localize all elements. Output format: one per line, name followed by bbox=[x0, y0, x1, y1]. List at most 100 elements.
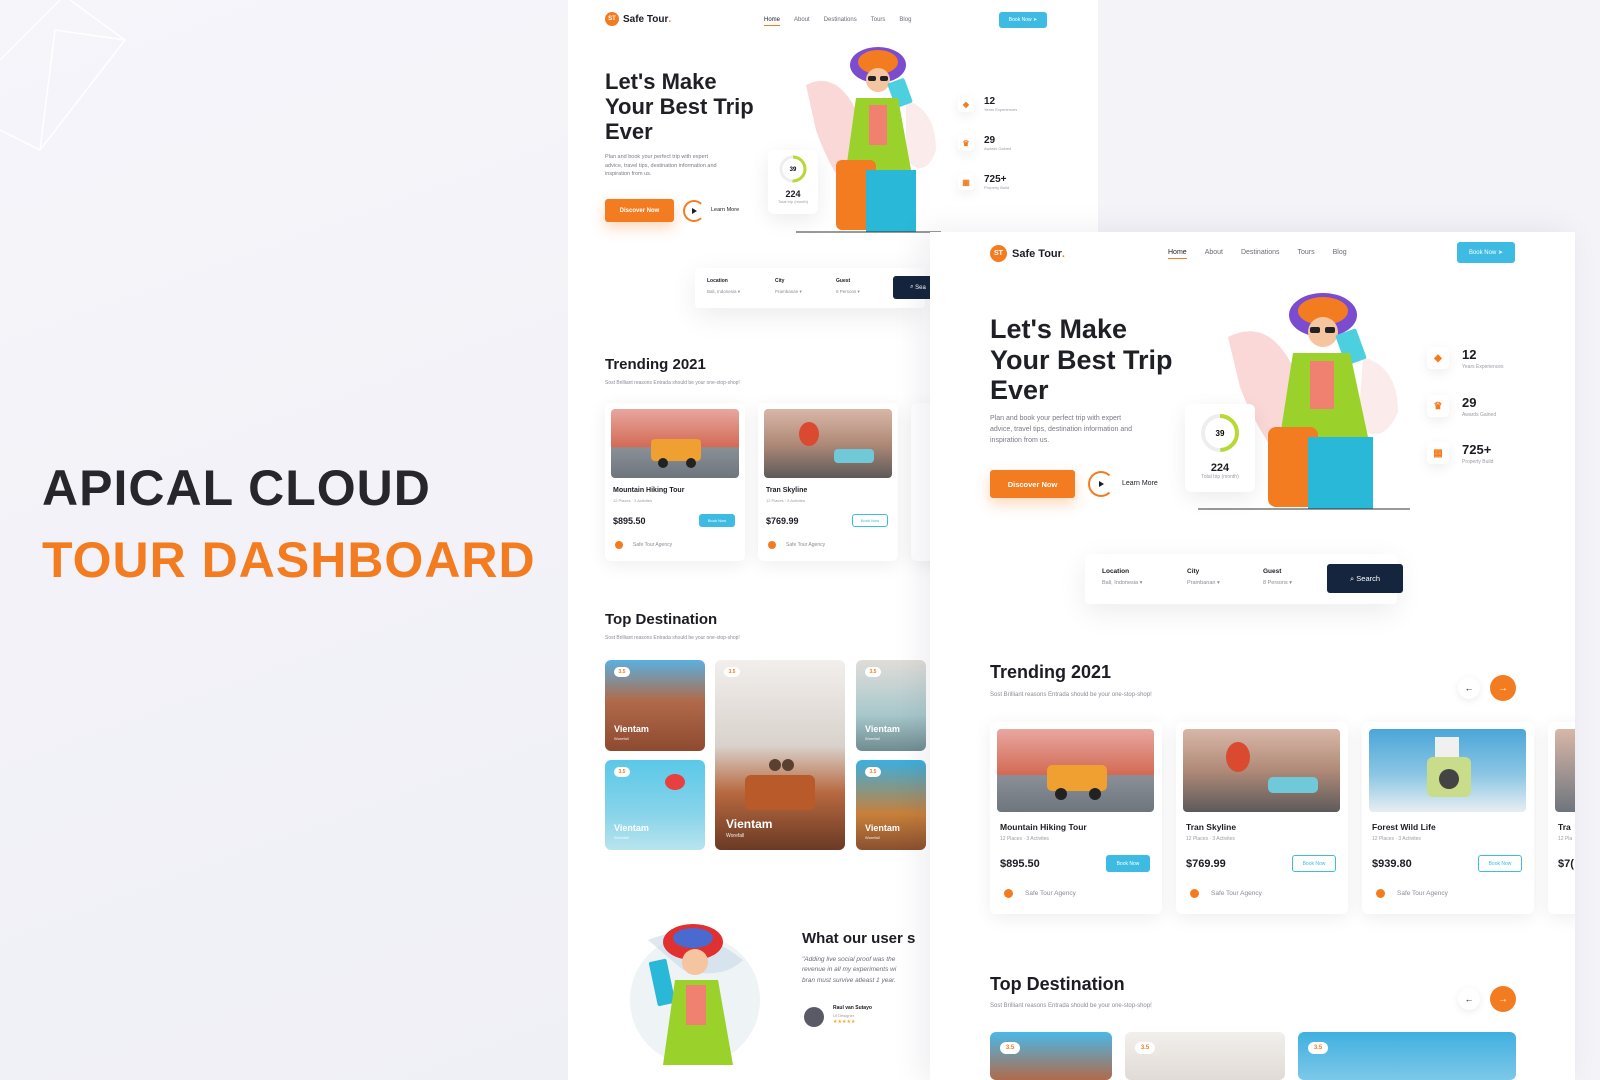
tour-card-image bbox=[1183, 729, 1340, 812]
stat-years: ◆ 12 Years Experiences bbox=[1427, 347, 1504, 370]
play-icon bbox=[1098, 481, 1104, 487]
nav-blog[interactable]: Blog bbox=[899, 17, 911, 23]
stat-property: ▦ 725+ Property Build bbox=[958, 174, 1009, 190]
nav-home[interactable]: Home bbox=[764, 17, 781, 26]
destination-name: Vientam bbox=[865, 823, 900, 833]
tour-title: Mountain Hiking Tour bbox=[1000, 822, 1087, 832]
destination-sub: Worefall bbox=[865, 736, 880, 741]
nav-home[interactable]: Home bbox=[1168, 249, 1187, 259]
discover-now-button[interactable]: Discover Now bbox=[605, 199, 674, 222]
hero-desc-line-2: advice, travel tips, destination informa… bbox=[605, 162, 717, 169]
trip-label: Total trip (month) bbox=[1201, 474, 1239, 480]
location-label: Location bbox=[1102, 568, 1130, 575]
trending-next-button[interactable]: → bbox=[1490, 675, 1516, 701]
logo[interactable]: ST Safe Tour. bbox=[990, 245, 1065, 262]
tour-card-image bbox=[764, 409, 892, 478]
rating-badge: 3.5 bbox=[865, 667, 881, 677]
testimonial-quote: "Adding live social proof was the revenu… bbox=[802, 955, 896, 986]
tour-meta: 12 Places · 3 Activites bbox=[1372, 836, 1421, 842]
stat-property-value: 725+ bbox=[1462, 442, 1492, 457]
logo-mark: ST bbox=[605, 12, 619, 26]
stat-years-value: 12 bbox=[984, 96, 996, 107]
book-now-button[interactable]: Book Now bbox=[852, 514, 888, 527]
book-now-button[interactable]: Book Now ➤ bbox=[1457, 242, 1515, 263]
play-button[interactable] bbox=[1088, 471, 1114, 497]
search-location[interactable]: Location Bali, Indonesia ▾ bbox=[707, 278, 740, 295]
book-now-label: Book Now bbox=[1008, 17, 1032, 23]
destination-tile[interactable]: 3.5 bbox=[1298, 1032, 1516, 1080]
search-guest[interactable]: Guest 8 Persons ▾ bbox=[836, 278, 860, 295]
destination-tile[interactable]: 3.5 Vientam Worefall bbox=[605, 760, 705, 850]
nav-tours[interactable]: Tours bbox=[1298, 249, 1315, 256]
nav-about[interactable]: About bbox=[1205, 249, 1223, 256]
search-button[interactable]: ⌕ Search bbox=[1327, 564, 1403, 593]
logo[interactable]: ST Safe Tour. bbox=[605, 12, 671, 26]
agency-name: Safe Tour Agency bbox=[1025, 890, 1076, 897]
nav-about[interactable]: About bbox=[794, 17, 810, 23]
play-icon bbox=[691, 208, 697, 214]
van-graphic bbox=[651, 439, 701, 468]
tour-card[interactable]: Tran Skyline 12 Places · 3 Activites $76… bbox=[1176, 722, 1348, 914]
learn-more-link[interactable]: Learn More bbox=[1122, 480, 1158, 487]
book-now-button[interactable]: Book Now bbox=[1292, 855, 1336, 872]
search-guest[interactable]: Guest 8 Persons ▾ bbox=[1263, 568, 1292, 586]
hero-title-line-1: Let's Make bbox=[990, 314, 1127, 344]
hero-title-line-3: Ever bbox=[605, 118, 653, 144]
ring-value: 39 bbox=[1216, 429, 1225, 438]
destination-tile[interactable]: 3.5 Vientam Worefall bbox=[605, 660, 705, 751]
top-destination-title: Top Destination bbox=[990, 974, 1125, 994]
hero-title-line-2: Your Best Trip bbox=[990, 344, 1173, 375]
destination-tile[interactable]: 3.5 Vientam Worefall bbox=[856, 660, 926, 751]
tour-title: Mountain Hiking Tour bbox=[613, 487, 685, 494]
book-now-button[interactable]: Book Now bbox=[699, 514, 735, 527]
destination-next-button[interactable]: → bbox=[1490, 986, 1516, 1012]
tour-price: $7( bbox=[1558, 858, 1574, 870]
tour-title: Tran Skyline bbox=[1186, 822, 1237, 832]
destination-tile[interactable]: 3.5 Vientam Worefall bbox=[715, 660, 845, 850]
guest-value: 8 Persons ▾ bbox=[836, 289, 860, 294]
search-location[interactable]: Location Bali, Indonesia ▾ bbox=[1102, 568, 1142, 586]
book-now-button[interactable]: Book Now bbox=[1106, 855, 1150, 872]
tour-card[interactable]: Mountain Hiking Tour 12 Places · 3 Activ… bbox=[990, 722, 1162, 914]
rating-badge: 3.5 bbox=[614, 767, 630, 777]
hero-desc-line-3: inspiration from us. bbox=[990, 436, 1050, 444]
destination-tile[interactable]: 3.5 bbox=[990, 1032, 1112, 1080]
nav-blog[interactable]: Blog bbox=[1333, 249, 1347, 256]
logo-mark: ST bbox=[990, 245, 1007, 262]
tour-card[interactable]: Mountain Hiking Tour 12 Places · 3 Activ… bbox=[605, 403, 745, 561]
nav-destinations[interactable]: Destinations bbox=[824, 17, 857, 23]
city-value-text: Prambanan bbox=[1187, 580, 1216, 586]
destination-name: Vientam bbox=[726, 817, 773, 831]
logo-text: Safe Tour bbox=[623, 13, 669, 25]
agency-logo bbox=[1004, 889, 1013, 898]
rating-badge: 3.5 bbox=[1308, 1042, 1328, 1054]
nav-tours[interactable]: Tours bbox=[871, 17, 886, 23]
trending-prev-button[interactable]: ← bbox=[1458, 677, 1480, 699]
tour-meta: 12 Places · 3 Activites bbox=[1000, 836, 1049, 842]
book-now-button[interactable]: Book Now ➤ bbox=[999, 12, 1047, 28]
destination-prev-button[interactable]: ← bbox=[1458, 988, 1480, 1010]
destination-sub: Worefall bbox=[614, 835, 629, 840]
book-now-button[interactable]: Book Now bbox=[1478, 855, 1522, 872]
trending-subtitle: Sost Brilliant reasons Entrada should be… bbox=[990, 692, 1152, 698]
tour-title: Forest Wild Life bbox=[1372, 822, 1436, 832]
logo-dot: . bbox=[668, 13, 672, 25]
tour-card[interactable]: Tra 12 Pla $7( bbox=[1548, 722, 1575, 914]
destination-tile[interactable]: 3.5 Vientam Worefall bbox=[856, 760, 926, 850]
hero-description: Plan and book your perfect trip with exp… bbox=[990, 414, 1132, 447]
quote-line-1: "Adding live social proof was the bbox=[802, 956, 896, 963]
play-button[interactable] bbox=[683, 200, 705, 222]
quote-line-2: revenue in all my experiments wi bbox=[802, 966, 897, 974]
rating-badge: 3.5 bbox=[865, 767, 881, 777]
trip-stat-card: 39 224 Total trip (month) bbox=[1185, 404, 1255, 492]
nav-destinations[interactable]: Destinations bbox=[1241, 249, 1280, 256]
learn-more-link[interactable]: Learn More bbox=[711, 207, 739, 213]
tour-card[interactable]: Forest Wild Life 12 Places · 3 Activites… bbox=[1362, 722, 1534, 914]
tour-card[interactable]: Tran Skyline 12 Places · 3 Activites $76… bbox=[758, 403, 898, 561]
tour-title: Tran Skyline bbox=[766, 487, 808, 494]
search-city[interactable]: City Prambanan ▾ bbox=[775, 278, 802, 295]
discover-now-button[interactable]: Discover Now bbox=[990, 470, 1075, 498]
destination-tile[interactable]: 3.5 bbox=[1125, 1032, 1285, 1080]
agency-logo bbox=[1190, 889, 1199, 898]
search-city[interactable]: City Prambanan ▾ bbox=[1187, 568, 1220, 586]
